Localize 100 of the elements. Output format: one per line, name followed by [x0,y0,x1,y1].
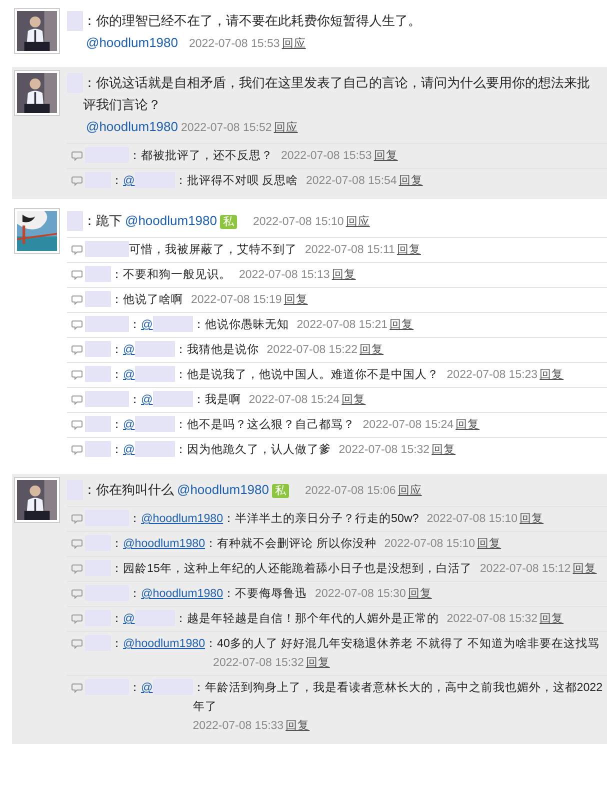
redaction-block [85,366,111,382]
speech-bubble-icon [71,295,83,305]
mention-link[interactable]: @hoodlum1980 [141,584,224,603]
colon-text: ： [129,511,141,527]
redaction-block [85,391,129,407]
reply-link[interactable]: 回复 [332,269,356,281]
mention-link[interactable]: @ [123,171,135,190]
speech-bubble-icon [71,683,83,693]
mention-link[interactable]: @ [123,340,135,359]
reply-text: ：不要侮辱鲁迅 [223,587,308,600]
private-badge: 私 [272,484,289,498]
mention-link[interactable]: @ [123,415,135,434]
reply-link[interactable]: 回复 [284,294,308,306]
colon-text: ： [111,442,123,458]
mention-link[interactable]: @ [123,440,135,459]
reply-link[interactable]: 回复 [540,369,564,381]
avatar[interactable] [14,8,60,54]
mention-link[interactable]: @hoodlum1980 [177,482,269,497]
redaction-block [85,341,111,357]
redaction-block [67,211,83,231]
reply-link[interactable]: 回应 [346,216,370,228]
reply-link[interactable]: 回复 [477,538,502,550]
comment-text: ：你的理智已经不在了，请不要在此耗费你短暂得人生了。 [83,13,421,28]
reply-link[interactable]: 回应 [398,485,422,497]
reply-text: ：我猜他是说你 [174,343,259,356]
speech-bubble-icon [71,370,83,380]
redaction-block [85,291,111,307]
reply-text: ：我是啊 [192,393,241,406]
mention-link[interactable]: @hoodlum1980 [86,35,178,50]
reply-text: ：都被批评了，还不反思？ [129,149,273,162]
timestamp: 2022-07-08 15:24 [248,394,340,406]
speech-bubble-icon [71,639,83,649]
speech-bubble-icon [71,395,83,405]
reply-link[interactable]: 回复 [520,513,544,525]
mention-link[interactable]: @hoodlum1980 [141,509,224,528]
reply-text: ：不要和狗一般见识。 [111,268,231,281]
speech-bubble-icon [71,539,83,549]
speech-bubble-icon [71,589,83,599]
reply-link[interactable]: 回复 [360,344,384,356]
reply-text: ：因为他跪久了，认人做了爹 [174,443,331,456]
timestamp: 2022-07-08 15:23 [446,369,538,381]
timestamp: 2022-07-08 15:33 [192,720,284,732]
reply-link[interactable]: 回复 [408,588,432,600]
speech-bubble-icon [71,345,83,355]
mention-link[interactable]: @ [141,390,153,409]
colon-text: ： [111,417,123,433]
speech-bubble-icon [71,151,83,161]
mention-link[interactable]: @hoodlum1980 [86,119,178,134]
reply-text: ：有种就不会删评论 所以你没种 [205,537,376,550]
timestamp: 2022-07-08 15:52 [180,122,272,134]
timestamp: 2022-07-08 15:13 [239,269,330,281]
reply-link[interactable]: 回复 [572,563,597,575]
mention-link[interactable]: @ [141,315,153,334]
mention-link[interactable]: @ [123,365,135,384]
timestamp: 2022-07-08 15:06 [304,485,396,497]
timestamp: 2022-07-08 15:32 [446,613,538,625]
speech-bubble-icon [71,245,83,255]
redaction-block [85,416,111,432]
mention-link[interactable]: @ [141,678,153,697]
mention-link[interactable]: @hoodlum1980 [123,634,206,653]
reply-link[interactable]: 回复 [456,419,480,431]
comment-text: ：跪下 [83,213,122,228]
redaction-block [85,241,129,257]
reply-text: ：他说了啥啊 [111,293,183,306]
mention-link[interactable]: @hoodlum1980 [125,213,217,228]
timestamp: 2022-07-08 15:12 [480,563,571,575]
reply-link[interactable]: 回复 [306,657,330,669]
reply-text: ：他说你愚昧无知 [192,318,289,331]
reply-link[interactable]: 回复 [398,175,423,187]
colon-text: ： [111,367,123,383]
reply-link[interactable]: 回复 [374,150,398,162]
reply-link[interactable]: 回复 [286,720,310,732]
redaction-block [85,441,111,457]
colon-text: ： [111,611,123,627]
reply-link[interactable]: 回复 [390,319,414,331]
colon-text: ： [111,342,123,358]
timestamp: 2022-07-08 15:19 [191,294,282,306]
colon-text: ： [111,636,123,652]
timestamp: 2022-07-08 15:54 [306,175,397,187]
mention-link[interactable]: @hoodlum1980 [123,534,206,553]
comment-text: ：你说这话就是自相矛盾，我们在这里发表了自己的言论，请问为什么要用你的想法来批评我们言论？ [83,75,590,112]
reply-text: ：越是年轻越是自信！那个年代的人媚外是正常的 [174,612,439,625]
redaction-block [67,11,83,31]
avatar[interactable] [14,70,60,116]
reply-link[interactable]: 回复 [342,394,366,406]
mention-link[interactable]: @ [123,609,135,628]
timestamp: 2022-07-08 15:53 [281,150,372,162]
timestamp: 2022-07-08 15:32 [213,657,304,669]
reply-text: ：年龄活到狗身上了，我是看读者意林长大的，高中之前我也媚外，这都2022年了 [192,681,603,713]
reply-link[interactable]: 回复 [540,613,564,625]
timestamp: 2022-07-08 15:24 [362,419,454,431]
reply-link[interactable]: 回应 [282,38,306,50]
speech-bubble-icon [71,270,83,280]
reply-link[interactable]: 回复 [396,244,421,256]
reply-link[interactable]: 回复 [432,444,456,456]
avatar[interactable] [14,208,60,254]
speech-bubble-icon [71,514,83,524]
avatar[interactable] [14,477,60,523]
reply-link[interactable]: 回应 [274,122,298,134]
reply-text: ：他不是吗？这么狠？自己都骂？ [174,418,355,431]
